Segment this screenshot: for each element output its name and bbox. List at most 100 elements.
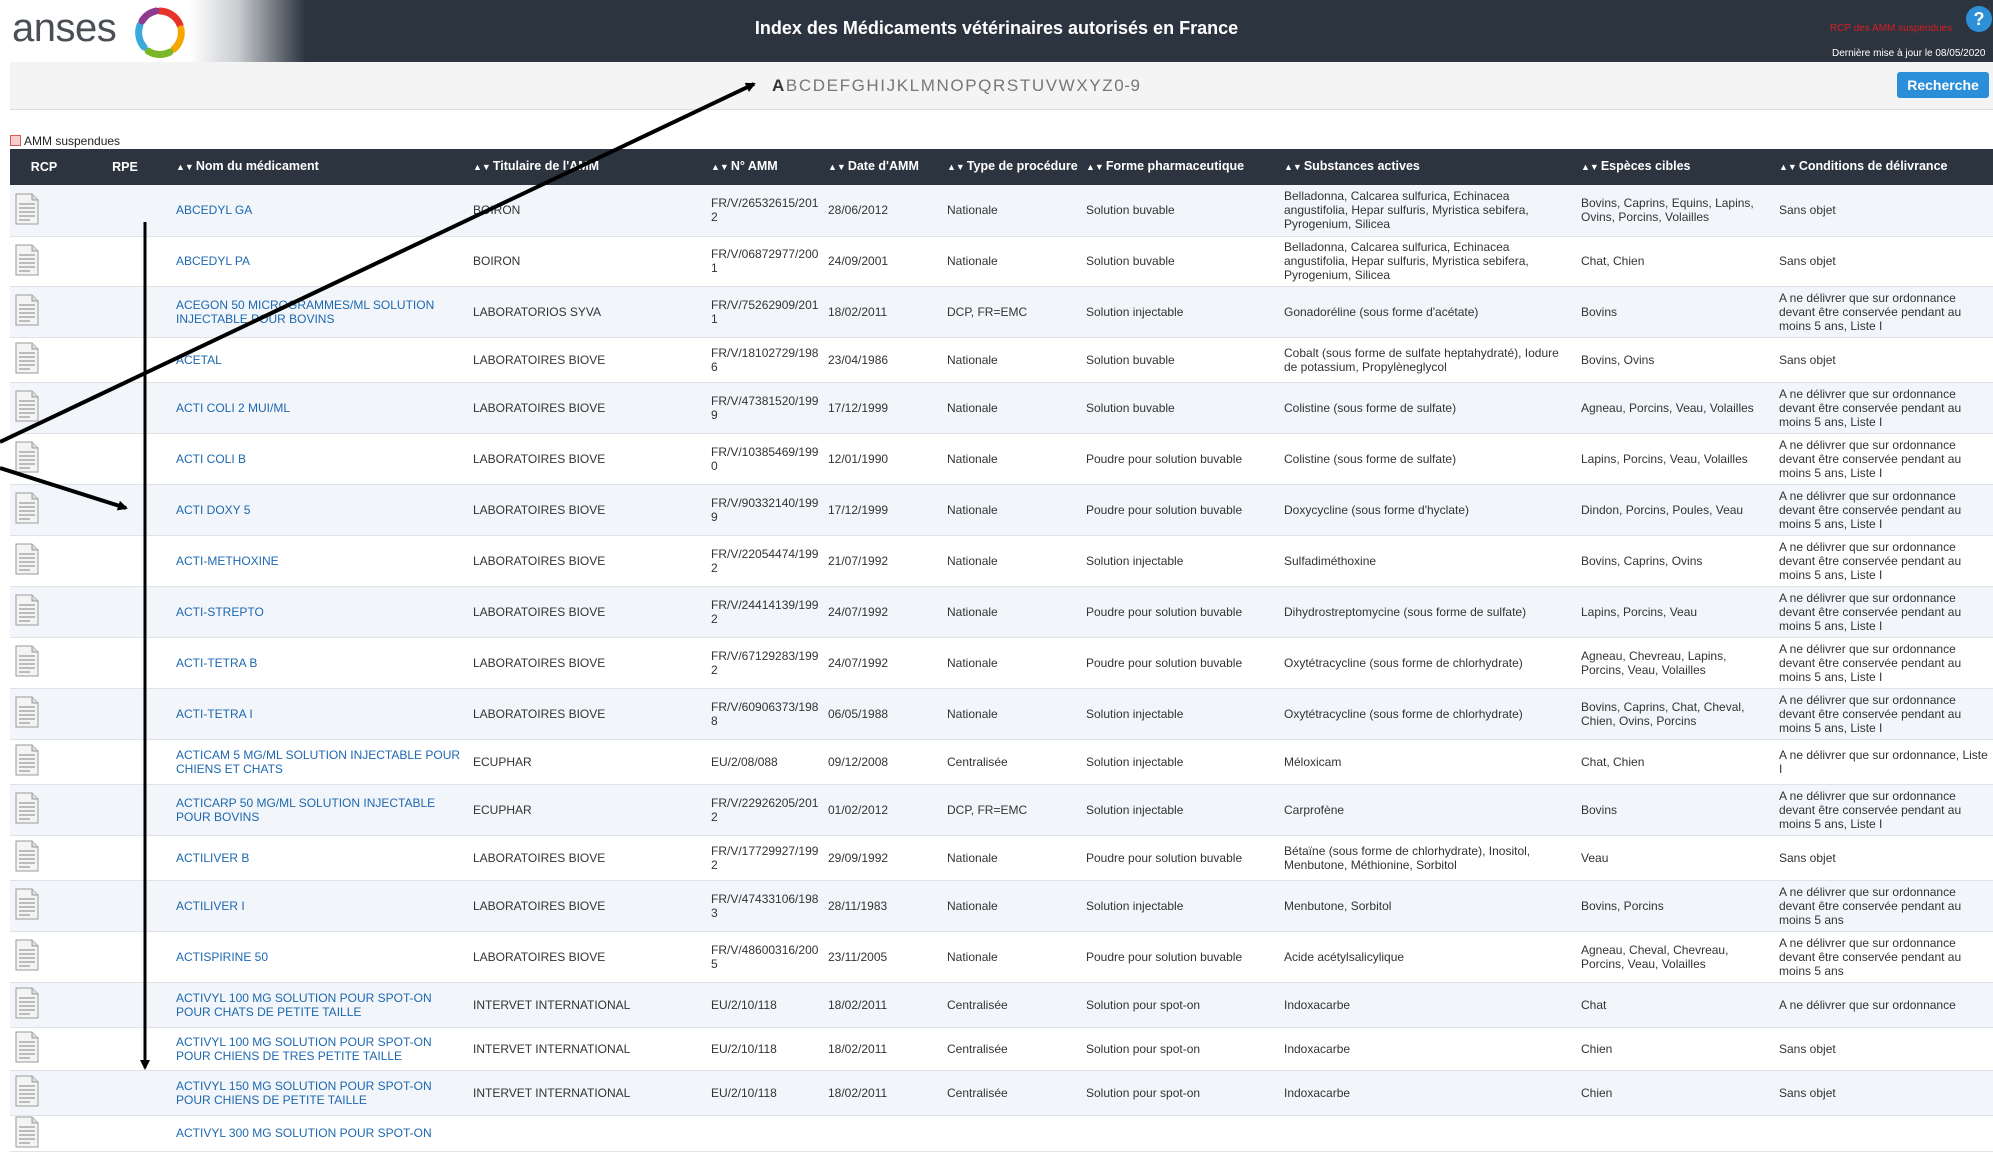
document-icon[interactable] xyxy=(14,1031,40,1063)
letter-k[interactable]: K xyxy=(897,76,909,95)
document-icon[interactable] xyxy=(14,543,40,575)
letter-e[interactable]: E xyxy=(827,76,839,95)
help-icon[interactable]: ? xyxy=(1966,6,1992,32)
letter-t[interactable]: T xyxy=(1020,76,1031,95)
letter-j[interactable]: J xyxy=(887,76,896,95)
medicine-name-link[interactable]: ACTISPIRINE 50 xyxy=(172,931,469,983)
col-rpe[interactable]: RPE xyxy=(78,149,172,185)
col-conditions[interactable]: ▲▼ Conditions de délivrance xyxy=(1775,149,1993,185)
substances-cell: Oxytétracycline (sous forme de chlorhydr… xyxy=(1280,637,1577,689)
document-icon[interactable] xyxy=(14,1116,40,1148)
letter-n[interactable]: N xyxy=(937,76,950,95)
date-cell: 23/11/2005 xyxy=(824,931,943,983)
letter-f[interactable]: F xyxy=(840,76,851,95)
medicine-name-link[interactable]: ACTILIVER I xyxy=(172,880,469,932)
suspended-rcp-link[interactable]: RCP des AMM suspendues xyxy=(1830,23,1952,34)
substances-cell: Méloxicam xyxy=(1280,739,1577,785)
col-holder[interactable]: ▲▼ Titulaire de l'AMM xyxy=(469,149,707,185)
medicine-name-link[interactable]: ACTIVYL 100 MG SOLUTION POUR SPOT-ON POU… xyxy=(172,1027,469,1071)
letter-h[interactable]: H xyxy=(866,76,879,95)
letter-u[interactable]: U xyxy=(1032,76,1045,95)
letter-g[interactable]: G xyxy=(852,76,866,95)
rpe-cell xyxy=(78,784,172,836)
medicine-name-link[interactable]: ACEGON 50 MICROGRAMMES/ML SOLUTION INJEC… xyxy=(172,286,469,338)
col-date[interactable]: ▲▼ Date d'AMM xyxy=(824,149,943,185)
letter-z[interactable]: Z xyxy=(1102,76,1113,95)
procedure-cell: Nationale xyxy=(943,835,1082,881)
medicine-name-link[interactable]: ACTI-STREPTO xyxy=(172,586,469,638)
letter-w[interactable]: W xyxy=(1059,76,1076,95)
amm-cell: FR/V/48600316/2005 xyxy=(707,931,824,983)
medicine-name-link[interactable]: ACETAL xyxy=(172,337,469,383)
document-icon[interactable] xyxy=(14,792,40,824)
letter-y[interactable]: Y xyxy=(1089,76,1101,95)
col-amm[interactable]: ▲▼ N° AMM xyxy=(707,149,824,185)
document-icon[interactable] xyxy=(14,696,40,728)
conditions-cell: Sans objet xyxy=(1775,1070,1993,1116)
document-icon[interactable] xyxy=(14,294,40,326)
medicine-name-link[interactable]: ACTILIVER B xyxy=(172,835,469,881)
col-rcp[interactable]: RCP xyxy=(10,149,78,185)
document-icon[interactable] xyxy=(14,888,40,920)
col-procedure[interactable]: ▲▼ Type de procédure xyxy=(943,149,1082,185)
letter-0-9[interactable]: 0-9 xyxy=(1114,76,1140,95)
col-name[interactable]: ▲▼ Nom du médicament xyxy=(172,149,469,185)
letter-l[interactable]: L xyxy=(910,76,920,95)
document-icon[interactable] xyxy=(14,840,40,872)
document-icon[interactable] xyxy=(14,1075,40,1107)
letter-b[interactable]: B xyxy=(786,76,798,95)
document-icon[interactable] xyxy=(14,244,40,276)
letter-m[interactable]: M xyxy=(921,76,936,95)
col-substances[interactable]: ▲▼ Substances actives xyxy=(1280,149,1577,185)
letter-r[interactable]: R xyxy=(993,76,1006,95)
medicine-name-link[interactable]: ACTI-TETRA I xyxy=(172,688,469,740)
letter-d[interactable]: D xyxy=(813,76,826,95)
medicine-name-link[interactable]: ABCEDYL PA xyxy=(172,236,469,287)
document-icon[interactable] xyxy=(14,987,40,1019)
medicine-name-link[interactable]: ACTI COLI 2 MUI/ML xyxy=(172,382,469,434)
letter-s[interactable]: S xyxy=(1007,76,1019,95)
conditions-cell: A ne délivrer que sur ordonnance devant … xyxy=(1775,433,1993,485)
holder-cell: LABORATOIRES BIOVE xyxy=(469,382,707,434)
holder-cell: BOIRON xyxy=(469,236,707,287)
medicine-name-link[interactable]: ACTICARP 50 MG/ML SOLUTION INJECTABLE PO… xyxy=(172,784,469,836)
medicine-name-link[interactable]: ACTI-METHOXINE xyxy=(172,535,469,587)
document-icon[interactable] xyxy=(14,441,40,473)
letter-v[interactable]: V xyxy=(1046,76,1058,95)
date-cell: 17/12/1999 xyxy=(824,382,943,434)
letter-c[interactable]: C xyxy=(799,76,812,95)
amm-cell: EU/2/10/118 xyxy=(707,982,824,1028)
document-icon[interactable] xyxy=(14,645,40,677)
document-icon[interactable] xyxy=(14,193,40,225)
search-button[interactable]: Recherche xyxy=(1897,72,1989,98)
document-icon[interactable] xyxy=(14,492,40,524)
letter-a[interactable]: A xyxy=(772,76,785,95)
conditions-cell: A ne délivrer que sur ordonnance devant … xyxy=(1775,688,1993,740)
document-icon[interactable] xyxy=(14,594,40,626)
substances-cell: Sulfadiméthoxine xyxy=(1280,535,1577,587)
species-cell: Chat xyxy=(1577,982,1775,1028)
medicine-name-link[interactable]: ACTIVYL 300 MG SOLUTION POUR SPOT-ON xyxy=(172,1115,469,1152)
medicine-name-link[interactable]: ACTI COLI B xyxy=(172,433,469,485)
medicine-name-link[interactable]: ACTI DOXY 5 xyxy=(172,484,469,536)
document-icon[interactable] xyxy=(14,939,40,971)
procedure-cell: Nationale xyxy=(943,382,1082,434)
document-icon[interactable] xyxy=(14,342,40,374)
medicine-name-link[interactable]: ACTIVYL 100 MG SOLUTION POUR SPOT-ON POU… xyxy=(172,982,469,1028)
document-icon[interactable] xyxy=(14,744,40,776)
medicine-name-link[interactable]: ACTICAM 5 MG/ML SOLUTION INJECTABLE POUR… xyxy=(172,739,469,785)
document-icon[interactable] xyxy=(14,390,40,422)
letter-q[interactable]: Q xyxy=(978,76,992,95)
letter-o[interactable]: O xyxy=(950,76,964,95)
medicine-name-link[interactable]: ACTI-TETRA B xyxy=(172,637,469,689)
letter-p[interactable]: P xyxy=(965,76,977,95)
amm-cell xyxy=(707,1115,824,1152)
letter-x[interactable]: X xyxy=(1076,76,1088,95)
medicine-name-link[interactable]: ABCEDYL GA xyxy=(172,185,469,237)
col-species[interactable]: ▲▼ Espèces cibles xyxy=(1577,149,1775,185)
medicine-name-link[interactable]: ACTIVYL 150 MG SOLUTION POUR SPOT-ON POU… xyxy=(172,1070,469,1116)
rpe-cell xyxy=(78,1027,172,1071)
letter-i[interactable]: I xyxy=(880,76,885,95)
rpe-cell xyxy=(78,982,172,1028)
col-form[interactable]: ▲▼ Forme pharmaceutique xyxy=(1082,149,1280,185)
